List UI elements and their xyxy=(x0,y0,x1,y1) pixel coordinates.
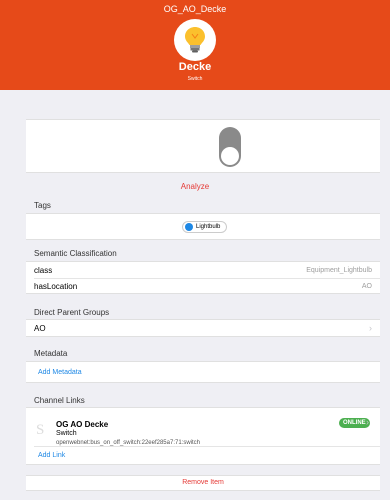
groups-section-title: Direct Parent Groups xyxy=(34,308,110,317)
remove-item-button[interactable]: Remove Item xyxy=(26,479,380,486)
lightbulb-icon xyxy=(185,27,205,53)
metadata-section-title: Metadata xyxy=(34,349,68,358)
metadata-card: Add Metadata xyxy=(26,361,380,383)
semantic-class-value: Equipment_Lightbulb xyxy=(306,266,372,274)
tag-icon xyxy=(185,223,193,231)
add-link-button[interactable]: Add Link xyxy=(38,452,65,459)
row-divider xyxy=(34,446,380,447)
add-metadata-link[interactable]: Add Metadata xyxy=(38,369,82,376)
tags-card: Lightbulb xyxy=(26,213,380,240)
tags-section-title: Tags xyxy=(34,201,51,210)
groups-card: AO › xyxy=(26,319,380,337)
semantic-row-class: class Equipment_Lightbulb xyxy=(26,262,380,278)
semantic-section-title: Semantic Classification xyxy=(34,249,117,258)
semantic-row-location: hasLocation AO xyxy=(26,278,380,294)
state-card xyxy=(26,119,380,173)
semantic-location-value: AO xyxy=(361,282,372,290)
state-toggle[interactable] xyxy=(219,127,241,167)
item-type: Switch xyxy=(187,76,203,82)
tag-chip[interactable]: Lightbulb xyxy=(182,221,228,233)
channel-subtitle: Switch xyxy=(56,430,77,437)
chevron-right-icon: › xyxy=(366,417,369,427)
chevron-right-icon: › xyxy=(369,323,372,333)
group-row[interactable]: AO › xyxy=(26,320,380,336)
channel-title: OG AO Decke xyxy=(56,420,109,429)
item-label: Decke xyxy=(178,61,212,73)
analyze-button[interactable]: Analyze xyxy=(0,182,390,191)
channel-initial: S xyxy=(36,422,45,438)
toggle-knob xyxy=(221,147,239,165)
item-avatar xyxy=(174,19,216,61)
nav-title: OG_AO_Decke xyxy=(163,4,227,14)
group-label: AO xyxy=(34,323,46,333)
tag-chip-label: Lightbulb xyxy=(196,224,221,230)
channel-link-item[interactable]: S OG AO Decke Switch openwebnet:bus_on_o… xyxy=(26,408,380,446)
channels-section-title: Channel Links xyxy=(34,396,85,405)
semantic-class-label: class xyxy=(34,265,53,275)
remove-item-card: Remove Item xyxy=(26,475,380,491)
semantic-card: class Equipment_Lightbulb hasLocation AO xyxy=(26,261,380,294)
semantic-location-label: hasLocation xyxy=(34,281,78,291)
item-header: OG_AO_Decke Decke Switch xyxy=(0,0,390,90)
channels-card: S OG AO Decke Switch openwebnet:bus_on_o… xyxy=(26,407,380,465)
